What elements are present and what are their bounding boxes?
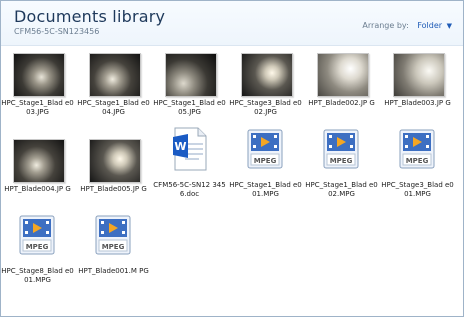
file-label: HPC_Stage3_Blad e001.MPG <box>381 181 454 198</box>
mpeg-badge: MPEG <box>330 157 353 165</box>
file-item[interactable]: W CFM56-5C-SN12 3456.doc <box>153 127 226 209</box>
image-thumbnail <box>317 53 369 97</box>
image-thumbnail <box>393 53 445 97</box>
file-item[interactable]: MPEG HPC_Stage1_Blad e002.MPG <box>305 127 378 209</box>
file-grid: HPC_Stage1_Blad e003.JPG HPC_Stage1_Blad… <box>1 1 463 316</box>
image-thumbnail <box>89 53 141 97</box>
file-label: CFM56-5C-SN12 3456.doc <box>153 181 226 198</box>
mpeg-video-icon: MPEG <box>95 215 131 255</box>
image-thumbnail <box>241 53 293 97</box>
file-label: HPT_Blade004.JP G <box>4 185 71 193</box>
file-item[interactable]: HPT_Blade002.JP G <box>305 53 378 135</box>
file-item[interactable]: HPC_Stage3_Blad e002.JPG <box>229 53 302 135</box>
svg-text:W: W <box>174 140 186 153</box>
file-label: HPT_Blade005.JP G <box>80 185 147 193</box>
file-label: HPC_Stage1_Blad e005.JPG <box>153 99 226 116</box>
image-thumbnail <box>13 139 65 183</box>
file-item[interactable]: MPEG HPC_Stage8_Blad e001.MPG <box>1 213 74 295</box>
file-item[interactable]: HPC_Stage1_Blad e005.JPG <box>153 53 226 135</box>
image-thumbnail <box>165 53 217 97</box>
mpeg-badge: MPEG <box>102 243 125 251</box>
file-item[interactable]: HPC_Stage1_Blad e004.JPG <box>77 53 150 135</box>
mpeg-badge: MPEG <box>406 157 429 165</box>
file-label: HPT_Blade002.JP G <box>308 99 375 107</box>
mpeg-video-icon: MPEG <box>399 129 435 169</box>
file-label: HPT_Blade001.M PG <box>78 267 149 275</box>
image-thumbnail <box>13 53 65 97</box>
file-label: HPC_Stage8_Blad e001.MPG <box>1 267 74 284</box>
file-item[interactable]: HPT_Blade005.JP G <box>77 139 150 221</box>
image-thumbnail <box>89 139 141 183</box>
file-label: HPC_Stage1_Blad e002.MPG <box>305 181 378 198</box>
mpeg-badge: MPEG <box>26 243 49 251</box>
word-document-icon: W <box>173 127 207 171</box>
file-item[interactable]: MPEG HPC_Stage3_Blad e001.MPG <box>381 127 454 209</box>
mpeg-video-icon: MPEG <box>19 215 55 255</box>
file-label: HPT_Blade003.JP G <box>384 99 451 107</box>
file-item[interactable]: HPT_Blade003.JP G <box>381 53 454 135</box>
library-window: Documents library CFM56-5C-SN123456 Arra… <box>0 0 464 317</box>
mpeg-video-icon: MPEG <box>323 129 359 169</box>
file-item[interactable]: HPC_Stage1_Blad e003.JPG <box>1 53 74 135</box>
file-label: HPC_Stage3_Blad e002.JPG <box>229 99 302 116</box>
file-label: HPC_Stage1_Blad e001.MPG <box>229 181 302 198</box>
mpeg-video-icon: MPEG <box>247 129 283 169</box>
file-label: HPC_Stage1_Blad e004.JPG <box>77 99 150 116</box>
file-item[interactable]: MPEG HPC_Stage1_Blad e001.MPG <box>229 127 302 209</box>
mpeg-badge: MPEG <box>254 157 277 165</box>
file-item[interactable]: MPEG HPT_Blade001.M PG <box>77 213 150 295</box>
file-label: HPC_Stage1_Blad e003.JPG <box>1 99 74 116</box>
file-item[interactable]: HPT_Blade004.JP G <box>1 139 74 221</box>
